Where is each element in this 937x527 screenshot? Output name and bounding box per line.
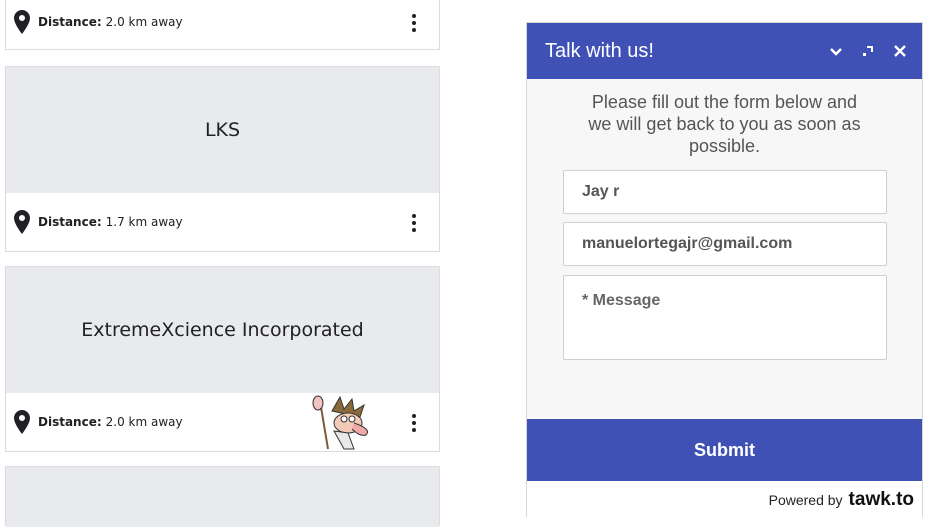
distance-value: 2.0 km away	[105, 415, 183, 429]
distance-value: 1.7 km away	[105, 215, 183, 229]
more-options-icon[interactable]	[411, 212, 417, 232]
distance-value: 2.0 km away	[105, 15, 183, 29]
card-banner[interactable]: ExtremeXcience Incorporated	[6, 267, 439, 393]
chat-header: Talk with us!	[527, 23, 922, 79]
card-footer: Distance: 1.7 km away	[6, 193, 439, 251]
chat-title: Talk with us!	[545, 39, 654, 62]
close-icon[interactable]	[892, 43, 908, 59]
place-card[interactable]	[5, 466, 440, 527]
place-card[interactable]: ExtremeXcience Incorporated Distance: 2.…	[5, 266, 440, 452]
place-name: ExtremeXcience Incorporated	[81, 319, 364, 341]
minimize-chevron-icon[interactable]	[828, 43, 844, 59]
location-pin-icon	[14, 10, 30, 34]
name-input[interactable]	[563, 170, 887, 214]
card-banner[interactable]	[6, 467, 439, 527]
popout-icon[interactable]	[860, 43, 876, 59]
powered-by-label: Powered by	[768, 491, 843, 508]
location-pin-icon	[14, 410, 30, 434]
distance-label: Distance:	[38, 415, 102, 429]
distance-label: Distance:	[38, 215, 102, 229]
message-textarea[interactable]	[563, 275, 887, 360]
place-card[interactable]: LKS Distance: 1.7 km away	[5, 66, 440, 252]
place-card[interactable]: Distance: 2.0 km away	[5, 0, 440, 50]
tawk-brand-link[interactable]: tawk.to	[849, 489, 914, 511]
more-options-icon[interactable]	[411, 412, 417, 432]
more-options-icon[interactable]	[411, 12, 417, 32]
chat-intro-text: Please fill out the form below and we wi…	[588, 92, 861, 156]
card-banner[interactable]: LKS	[6, 67, 439, 193]
cartoon-character-image	[312, 395, 368, 450]
chat-widget: Talk with us! Please fill out the form b…	[526, 22, 923, 518]
place-name: LKS	[204, 119, 241, 141]
card-footer: Distance: 2.0 km away	[6, 393, 439, 451]
email-input[interactable]	[563, 222, 887, 266]
powered-by-footer: Powered by tawk.to	[527, 481, 922, 518]
card-footer: Distance: 2.0 km away	[6, 0, 439, 51]
distance-label: Distance:	[38, 15, 102, 29]
submit-button[interactable]: Submit	[527, 419, 922, 481]
location-pin-icon	[14, 210, 30, 234]
